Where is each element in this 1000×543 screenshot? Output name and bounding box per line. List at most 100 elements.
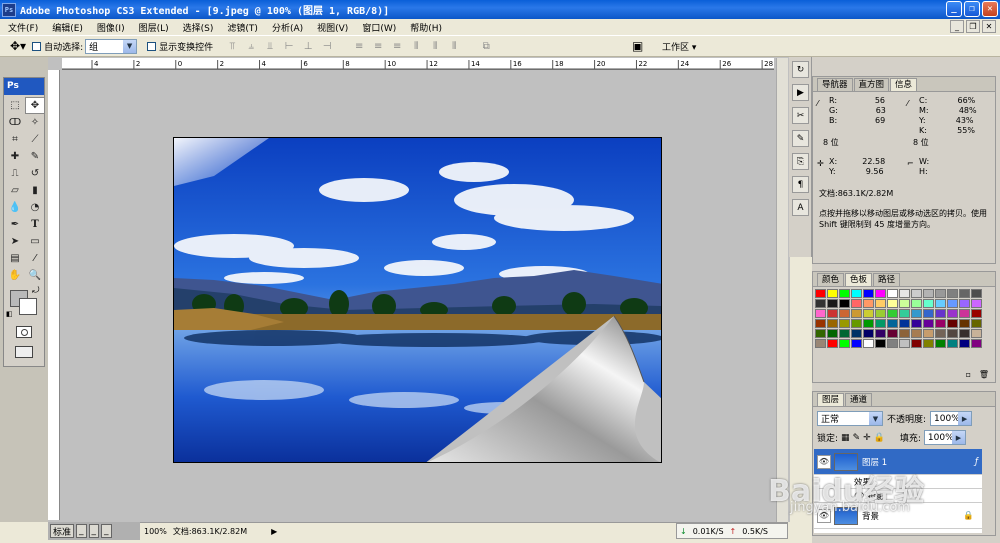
color-swatch[interactable] (863, 319, 874, 328)
actions-icon[interactable]: ▶ (792, 84, 809, 101)
color-swatch[interactable] (923, 299, 934, 308)
brushes-icon[interactable]: ✎ (792, 130, 809, 147)
color-swatch[interactable] (863, 299, 874, 308)
paragraph-icon[interactable]: ¶ (792, 176, 809, 193)
auto-select-dropdown[interactable]: 组 ▼ (85, 38, 138, 54)
color-swatch[interactable] (851, 339, 862, 348)
opacity-input[interactable]: 100% ▶ (930, 411, 973, 426)
color-swatch[interactable] (827, 339, 838, 348)
color-swatch[interactable] (935, 299, 946, 308)
color-swatch[interactable] (935, 319, 946, 328)
history-icon[interactable]: ↻ (792, 61, 809, 78)
color-swatch[interactable] (971, 309, 982, 318)
menu-file[interactable]: 文件(F) (8, 21, 38, 34)
color-swatch[interactable] (827, 329, 838, 338)
color-swatch[interactable] (899, 289, 910, 298)
color-swatch[interactable] (887, 289, 898, 298)
lock-all-icon[interactable]: 🔒 (874, 433, 885, 443)
color-swatch[interactable] (827, 309, 838, 318)
color-swatch[interactable] (959, 319, 970, 328)
menu-filter[interactable]: 滤镜(T) (227, 21, 258, 34)
align-right-icon[interactable]: ⊣ (320, 40, 334, 52)
tab-histogram[interactable]: 直方图 (853, 78, 890, 91)
history-brush-icon[interactable]: ↺ (25, 165, 45, 182)
color-swatch[interactable] (959, 289, 970, 298)
menu-select[interactable]: 选择(S) (183, 21, 214, 34)
restore-button[interactable]: ❐ (964, 1, 980, 17)
taskbar-button-3[interactable]: _ (101, 524, 112, 538)
doc-restore-button[interactable]: ❐ (966, 20, 980, 33)
type-tool-icon[interactable]: T (25, 216, 45, 233)
color-swatch[interactable] (923, 329, 934, 338)
shape-tool-icon[interactable]: ▭ (25, 233, 45, 250)
hand-tool-icon[interactable]: ✋ (5, 267, 25, 284)
color-swatch[interactable] (851, 299, 862, 308)
color-swatch[interactable] (851, 309, 862, 318)
swap-colors-icon[interactable]: ⤾ (32, 286, 40, 296)
color-swatch[interactable] (839, 289, 850, 298)
color-swatch[interactable] (935, 339, 946, 348)
tab-layers[interactable]: 图层 (817, 393, 845, 406)
color-swatch[interactable] (971, 329, 982, 338)
move-tool-icon[interactable]: ✥▾ (10, 39, 26, 53)
color-swatch[interactable] (875, 319, 886, 328)
marquee-tool-icon[interactable]: ⬚ (5, 97, 25, 114)
color-swatch[interactable] (911, 309, 922, 318)
color-swatch[interactable] (947, 299, 958, 308)
color-swatch[interactable] (911, 329, 922, 338)
color-swatch[interactable] (827, 319, 838, 328)
color-swatch[interactable] (839, 299, 850, 308)
color-swatch[interactable] (923, 339, 934, 348)
eraser-tool-icon[interactable]: ▱ (5, 182, 25, 199)
brush-tool-icon[interactable]: ✎ (25, 148, 45, 165)
menu-view[interactable]: 视图(V) (317, 21, 348, 34)
align-top-icon[interactable]: ⫪ (225, 40, 239, 52)
color-swatch[interactable] (887, 329, 898, 338)
lasso-tool-icon[interactable]: ↀ (5, 114, 25, 131)
color-swatch[interactable] (887, 339, 898, 348)
align-vcenter-icon[interactable]: ⫨ (244, 40, 258, 52)
color-swatch[interactable] (971, 289, 982, 298)
color-swatch[interactable] (899, 319, 910, 328)
color-swatch[interactable] (947, 289, 958, 298)
color-swatch[interactable] (947, 339, 958, 348)
zoom-readout[interactable]: 100% (144, 527, 167, 536)
color-swatch[interactable] (875, 329, 886, 338)
taskbar-mode-label[interactable]: 标准 (50, 524, 75, 538)
distribute-right-icon[interactable]: ⦀ (447, 40, 461, 52)
tab-paths[interactable]: 路径 (873, 273, 901, 286)
lock-transparency-icon[interactable]: ▦ (841, 433, 850, 443)
color-swatch[interactable] (827, 299, 838, 308)
notes-tool-icon[interactable]: ▤ (5, 250, 25, 267)
doc-minimize-button[interactable]: _ (950, 20, 964, 33)
lock-position-icon[interactable]: ✛ (863, 433, 871, 443)
menu-edit[interactable]: 编辑(E) (52, 21, 83, 34)
distribute-hcenter-icon[interactable]: ⦀ (428, 40, 442, 52)
minimize-button[interactable]: _ (946, 1, 962, 17)
color-swatch[interactable] (815, 289, 826, 298)
color-swatch[interactable] (815, 299, 826, 308)
align-bottom-icon[interactable]: ⫫ (263, 40, 277, 52)
color-swatch[interactable] (959, 309, 970, 318)
color-swatch[interactable] (887, 319, 898, 328)
delete-swatch-icon[interactable]: 🗑 (979, 370, 989, 379)
color-swatch[interactable] (947, 329, 958, 338)
workspace-menu[interactable]: 工作区 ▾ (662, 40, 696, 53)
move-tool-icon[interactable]: ✥ (25, 97, 45, 114)
align-left-icon[interactable]: ⊢ (282, 40, 296, 52)
color-swatch[interactable] (971, 339, 982, 348)
zoom-tool-icon[interactable]: 🔍 (25, 267, 45, 284)
show-transform-checkbox[interactable] (147, 41, 157, 51)
color-swatch[interactable] (839, 309, 850, 318)
color-swatch[interactable] (875, 289, 886, 298)
default-colors-icon[interactable]: ◧ (6, 310, 13, 318)
tab-color[interactable]: 颜色 (817, 273, 845, 286)
tab-navigator[interactable]: 导航器 (817, 78, 853, 91)
ruler-vertical[interactable] (48, 70, 60, 520)
fx-icon[interactable]: ƒ (975, 457, 978, 467)
color-swatch[interactable] (935, 289, 946, 298)
color-swatch[interactable] (923, 289, 934, 298)
menu-help[interactable]: 帮助(H) (410, 21, 442, 34)
distribute-left-icon[interactable]: ⦀ (409, 40, 423, 52)
auto-select-checkbox[interactable] (32, 41, 42, 51)
